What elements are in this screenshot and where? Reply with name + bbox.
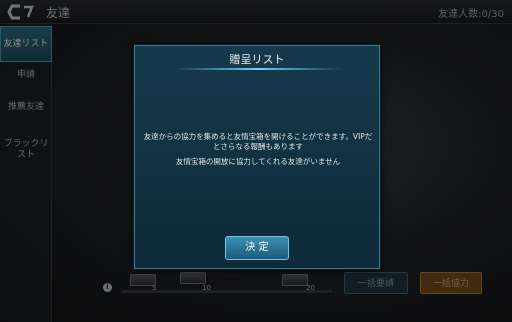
dialog-message: 友達からの協力を集めると友情宝箱を開けることができます。VIPだとさらなる報酬も…: [143, 132, 373, 151]
dialog-title: 贈呈リスト: [229, 53, 285, 66]
confirm-button[interactable]: 決 定: [225, 236, 289, 260]
gift-list-dialog: 贈呈リスト 友達からの協力を集めると友情宝箱を開けることができます。VIPだとさ…: [134, 45, 380, 269]
dialog-empty-message: 友情宝箱の開放に協力してくれる友達がいません: [175, 157, 341, 166]
title-divider: [175, 68, 341, 70]
